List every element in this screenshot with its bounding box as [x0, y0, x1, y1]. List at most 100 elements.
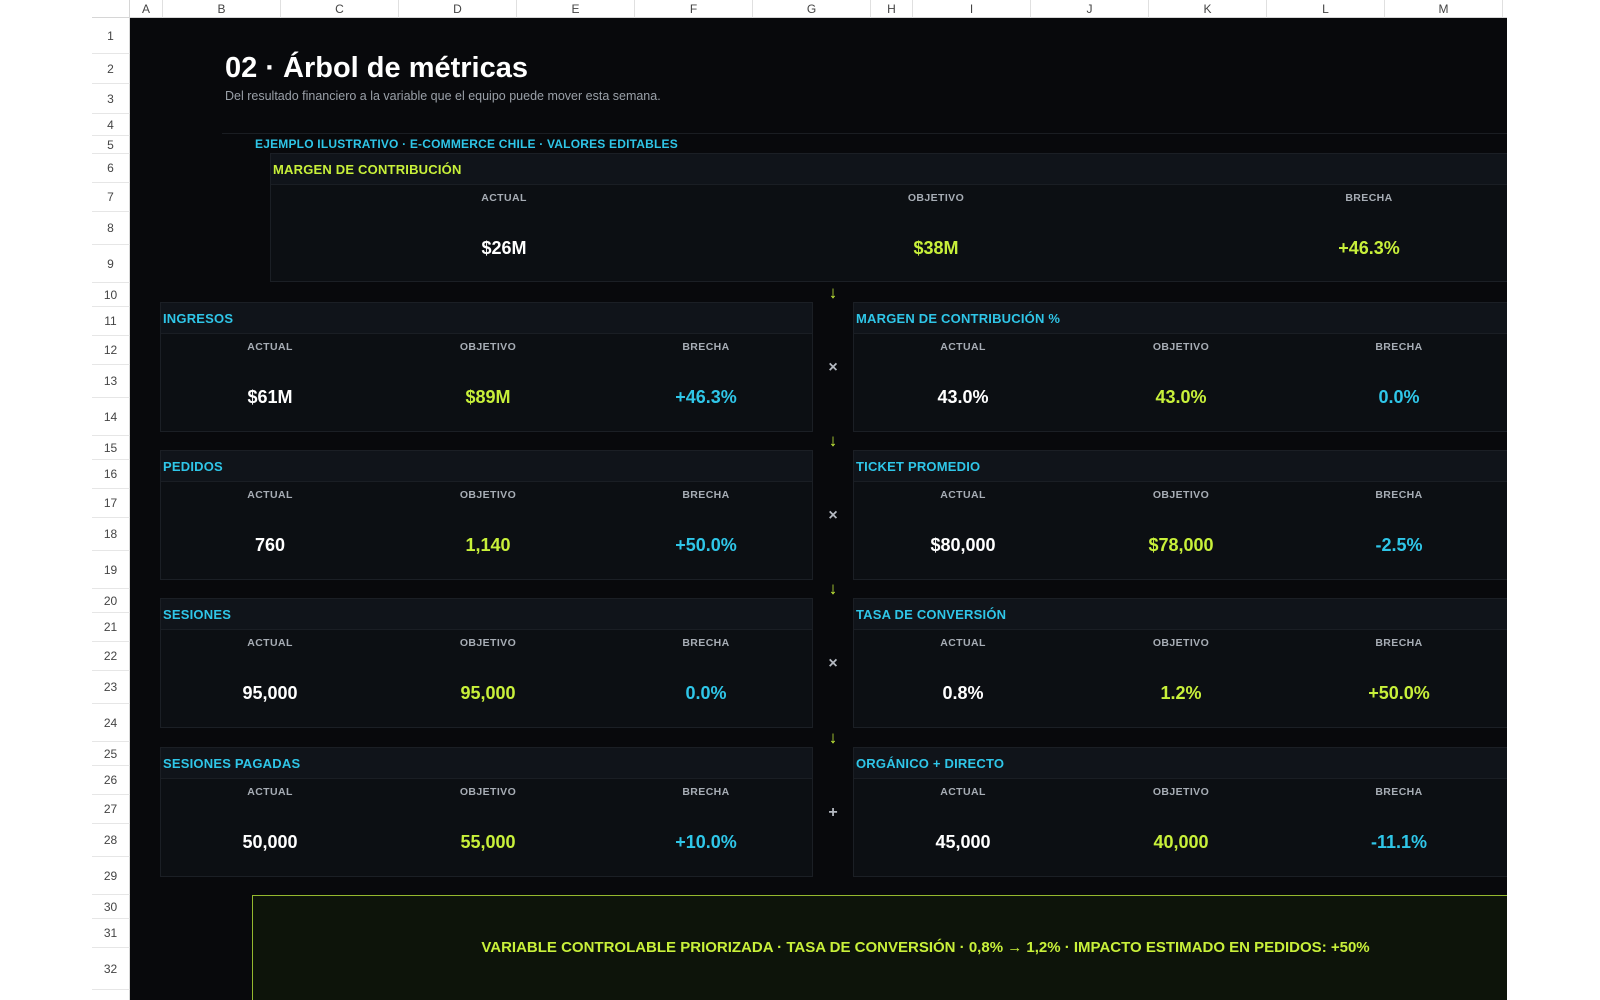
brecha-value: -2.5%: [1375, 535, 1423, 555]
metric-card-pedidos[interactable]: PEDIDOS ACTUAL 760 OBJETIVO 1,140 BRECHA +50.0…: [160, 450, 813, 580]
actual-value: $80,000: [930, 535, 996, 555]
brecha-label: BRECHA: [1375, 489, 1423, 501]
column-header-l[interactable]: L: [1267, 0, 1385, 18]
priority-banner-text: VARIABLE CONTROLABLE PRIORIZADA · TASA D…: [481, 939, 1370, 956]
column-header-h[interactable]: H: [871, 0, 913, 18]
row-header-18[interactable]: 18: [92, 518, 130, 551]
row-header-10[interactable]: 10: [92, 283, 130, 307]
actual-value: $26M: [481, 238, 527, 258]
brecha-label: BRECHA: [1375, 637, 1423, 649]
card-title: TASA DE CONVERSIÓN: [856, 607, 1007, 622]
row-header-24[interactable]: 24: [92, 704, 130, 742]
row-header-7[interactable]: 7: [92, 183, 130, 212]
actual-label: ACTUAL: [940, 637, 986, 649]
brecha-value: +50.0%: [1368, 683, 1430, 703]
row-header-11[interactable]: 11: [92, 307, 130, 336]
brecha-label: BRECHA: [1375, 786, 1423, 798]
actual-label: ACTUAL: [247, 786, 293, 798]
actual-label: ACTUAL: [247, 341, 293, 353]
column-header-e[interactable]: E: [517, 0, 635, 18]
row-header-20[interactable]: 20: [92, 589, 130, 613]
row-header-9[interactable]: 9: [92, 245, 130, 283]
multiply-operator-icon: ×: [828, 655, 838, 672]
row-header-8[interactable]: 8: [92, 212, 130, 245]
brecha-value: +50.0%: [675, 535, 737, 555]
column-header-g[interactable]: G: [753, 0, 871, 18]
spreadsheet-canvas[interactable]: ABCDEFGHIJKLMN 1234567891011121314151617…: [92, 0, 1507, 1000]
row-header-25[interactable]: 25: [92, 742, 130, 766]
column-header-b[interactable]: B: [163, 0, 281, 18]
metric-card-margen-contribucion[interactable]: MARGEN DE CONTRIBUCIÓN ACTUAL OBJETIVO B…: [270, 153, 1507, 282]
objetivo-label: OBJETIVO: [459, 637, 517, 649]
row-header-17[interactable]: 17: [92, 489, 130, 518]
header-divider: [222, 133, 1507, 134]
metric-card-ingresos[interactable]: INGRESOS ACTUAL $61M OBJETIVO $89M BRECHA +46.…: [160, 302, 813, 432]
column-header-k[interactable]: K: [1149, 0, 1267, 18]
column-header-i[interactable]: I: [913, 0, 1031, 18]
row-header-14[interactable]: 14: [92, 398, 130, 436]
brecha-value: 0.0%: [1378, 387, 1420, 407]
metric-card-organico-directo[interactable]: ORGÁNICO + DIRECTO ACTUAL 45,000 OBJETIVO 40…: [853, 747, 1507, 877]
brecha-value: -11.1%: [1370, 832, 1428, 852]
column-header-d[interactable]: D: [399, 0, 517, 18]
row-header-15[interactable]: 15: [92, 436, 130, 460]
row-header-2[interactable]: 2: [92, 54, 130, 84]
row-header-29[interactable]: 29: [92, 857, 130, 895]
row-header-13[interactable]: 13: [92, 365, 130, 398]
down-arrow-icon: ↓: [828, 728, 838, 747]
card-title: SESIONES: [163, 607, 232, 622]
row-header-6[interactable]: 6: [92, 154, 130, 183]
row-header-16[interactable]: 16: [92, 460, 130, 489]
column-header-n[interactable]: N: [1503, 0, 1507, 18]
column-header-j[interactable]: J: [1031, 0, 1149, 18]
row-header-33[interactable]: 33: [92, 990, 130, 1000]
row-header-28[interactable]: 28: [92, 824, 130, 857]
objetivo-label: OBJETIVO: [1152, 786, 1210, 798]
row-header-22[interactable]: 22: [92, 642, 130, 671]
down-arrow-icon: ↓: [828, 579, 838, 598]
actual-value: 760: [254, 535, 286, 555]
actual-label: ACTUAL: [940, 341, 986, 353]
card-title: ORGÁNICO + DIRECTO: [856, 756, 1005, 771]
row-header-5[interactable]: 5: [92, 136, 130, 154]
row-header-23[interactable]: 23: [92, 671, 130, 704]
column-header-a[interactable]: A: [130, 0, 163, 18]
objetivo-value: $89M: [465, 387, 511, 407]
actual-label: ACTUAL: [247, 637, 293, 649]
column-header-m[interactable]: M: [1385, 0, 1503, 18]
objetivo-label: OBJETIVO: [1152, 637, 1210, 649]
down-arrow-icon: ↓: [828, 431, 838, 450]
row-header-32[interactable]: 32: [92, 948, 130, 990]
row-header-1[interactable]: 1: [92, 18, 130, 54]
metric-card-sesiones-pagadas[interactable]: SESIONES PAGADAS ACTUAL 50,000 OBJETIVO 55,0…: [160, 747, 813, 877]
row-header-27[interactable]: 27: [92, 795, 130, 824]
objetivo-label: OBJETIVO: [459, 341, 517, 353]
row-header-3[interactable]: 3: [92, 84, 130, 114]
objetivo-label: OBJETIVO: [907, 192, 965, 204]
row-header-30[interactable]: 30: [92, 895, 130, 919]
select-all-corner[interactable]: [92, 0, 130, 18]
card-header: [161, 451, 812, 482]
actual-label: ACTUAL: [247, 489, 293, 501]
row-header-26[interactable]: 26: [92, 766, 130, 795]
row-header-12[interactable]: 12: [92, 336, 130, 365]
row-header-31[interactable]: 31: [92, 919, 130, 948]
actual-value: 43.0%: [937, 387, 989, 407]
metric-card-sesiones[interactable]: SESIONES ACTUAL 95,000 OBJETIVO 95,000 BRECHA…: [160, 598, 813, 728]
metric-card-tasa-de-conversion[interactable]: TASA DE CONVERSIÓN ACTUAL 0.8% OBJETIVO 1.2%…: [853, 598, 1507, 728]
card-header: [161, 303, 812, 334]
column-header-c[interactable]: C: [281, 0, 399, 18]
actual-label: ACTUAL: [940, 489, 986, 501]
row-header-4[interactable]: 4: [92, 114, 130, 136]
column-header-f[interactable]: F: [635, 0, 753, 18]
card-title: INGRESOS: [163, 311, 234, 326]
objetivo-value: 43.0%: [1155, 387, 1207, 407]
row-header-19[interactable]: 19: [92, 551, 130, 589]
metric-card-margen-de-contribucion[interactable]: MARGEN DE CONTRIBUCIÓN % ACTUAL 43.0% OBJET…: [853, 302, 1507, 432]
plus-operator-icon: +: [828, 804, 838, 821]
metric-card-ticket-promedio[interactable]: TICKET PROMEDIO ACTUAL $80,000 OBJETIVO $78,…: [853, 450, 1507, 580]
card-title: SESIONES PAGADAS: [163, 756, 301, 771]
multiply-operator-icon: ×: [828, 507, 838, 524]
row-header-21[interactable]: 21: [92, 613, 130, 642]
down-arrow-icon: ↓: [828, 283, 838, 302]
